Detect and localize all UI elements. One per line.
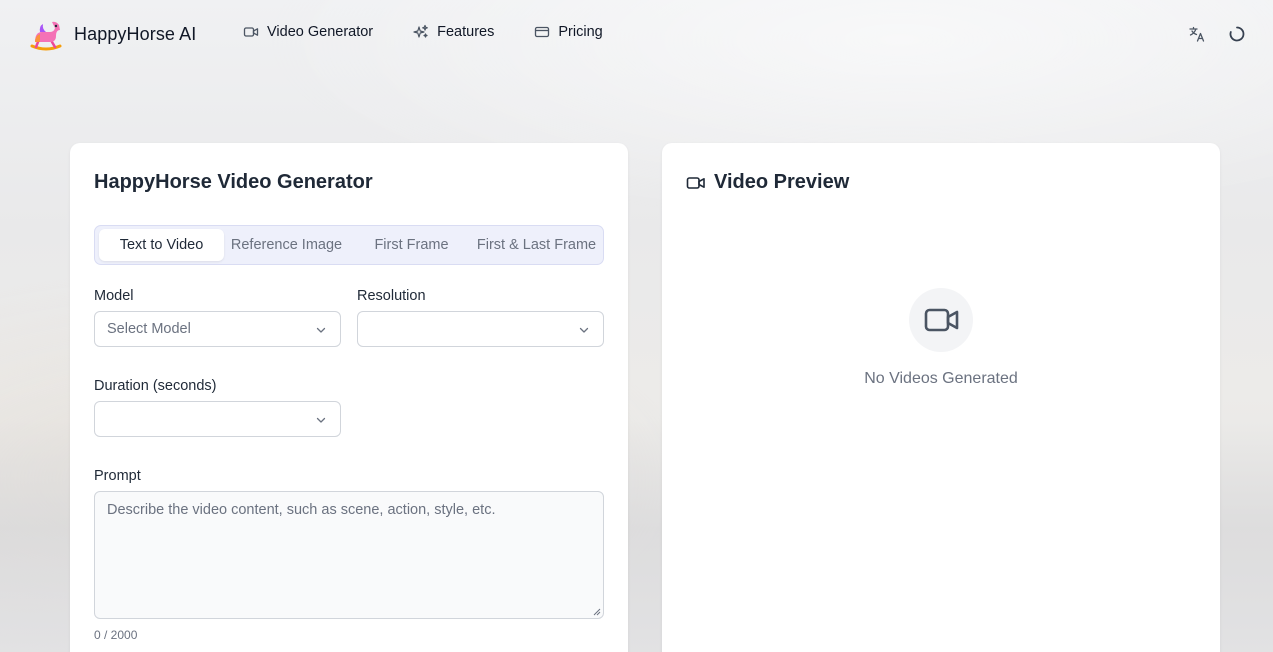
nav-pricing[interactable]: Pricing bbox=[534, 24, 603, 40]
top-navbar: HappyHorse AI Video Generator Features P… bbox=[0, 0, 1273, 68]
tab-text-to-video[interactable]: Text to Video bbox=[99, 229, 224, 261]
generator-card: HappyHorse Video Generator Text to Video… bbox=[70, 143, 628, 652]
empty-state-icon-wrap bbox=[909, 288, 973, 352]
credit-card-icon bbox=[535, 26, 550, 38]
prompt-placeholder: Describe the video content, such as scen… bbox=[107, 502, 496, 518]
nav-pricing-label: Pricing bbox=[558, 24, 603, 40]
chevron-down-icon bbox=[316, 417, 326, 423]
model-select[interactable]: Select Model bbox=[94, 311, 341, 347]
tab-first-last-frame[interactable]: First & Last Frame bbox=[474, 229, 599, 261]
resolution-select[interactable] bbox=[357, 311, 604, 347]
chevron-down-icon bbox=[579, 327, 589, 333]
model-select-placeholder: Select Model bbox=[107, 321, 191, 337]
video-camera-icon bbox=[243, 27, 259, 37]
tab-first-frame[interactable]: First Frame bbox=[349, 229, 474, 261]
chevron-down-icon bbox=[316, 327, 326, 333]
nav-features-label: Features bbox=[437, 24, 495, 40]
generator-title: HappyHorse Video Generator bbox=[94, 171, 373, 193]
tab-reference-image[interactable]: Reference Image bbox=[224, 229, 349, 261]
brand[interactable]: HappyHorse AI bbox=[28, 16, 196, 52]
translate-icon bbox=[1189, 26, 1205, 42]
sparkles-icon bbox=[413, 24, 429, 38]
video-camera-icon bbox=[686, 176, 705, 189]
resolution-label: Resolution bbox=[357, 288, 426, 304]
prompt-char-counter: 0 / 2000 bbox=[94, 628, 138, 642]
preview-title: Video Preview bbox=[714, 171, 850, 193]
preview-title-row: Video Preview bbox=[686, 171, 849, 194]
duration-select[interactable] bbox=[94, 401, 341, 437]
resize-handle-icon[interactable] bbox=[591, 606, 601, 616]
mode-tabs: Text to Video Reference Image First Fram… bbox=[94, 225, 604, 265]
prompt-label: Prompt bbox=[94, 468, 141, 484]
nav-video-generator-label: Video Generator bbox=[267, 24, 374, 40]
empty-state: No Videos Generated bbox=[662, 288, 1220, 388]
nav-video-generator[interactable]: Video Generator bbox=[243, 24, 373, 40]
spinner-icon bbox=[1229, 26, 1245, 42]
prompt-textarea[interactable]: Describe the video content, such as scen… bbox=[94, 491, 604, 619]
duration-label: Duration (seconds) bbox=[94, 378, 217, 394]
header-actions bbox=[1167, 24, 1247, 44]
language-button[interactable] bbox=[1187, 24, 1207, 44]
video-camera-icon bbox=[924, 308, 959, 332]
empty-state-text: No Videos Generated bbox=[864, 370, 1018, 387]
model-label: Model bbox=[94, 288, 134, 304]
main-nav: Video Generator Features Pricing bbox=[243, 24, 643, 40]
brand-name: HappyHorse AI bbox=[74, 23, 197, 44]
rocking-horse-logo bbox=[30, 21, 62, 51]
nav-features[interactable]: Features bbox=[413, 24, 494, 40]
loading-indicator bbox=[1227, 24, 1247, 44]
preview-card: Video Preview No Videos Generated bbox=[662, 143, 1220, 652]
